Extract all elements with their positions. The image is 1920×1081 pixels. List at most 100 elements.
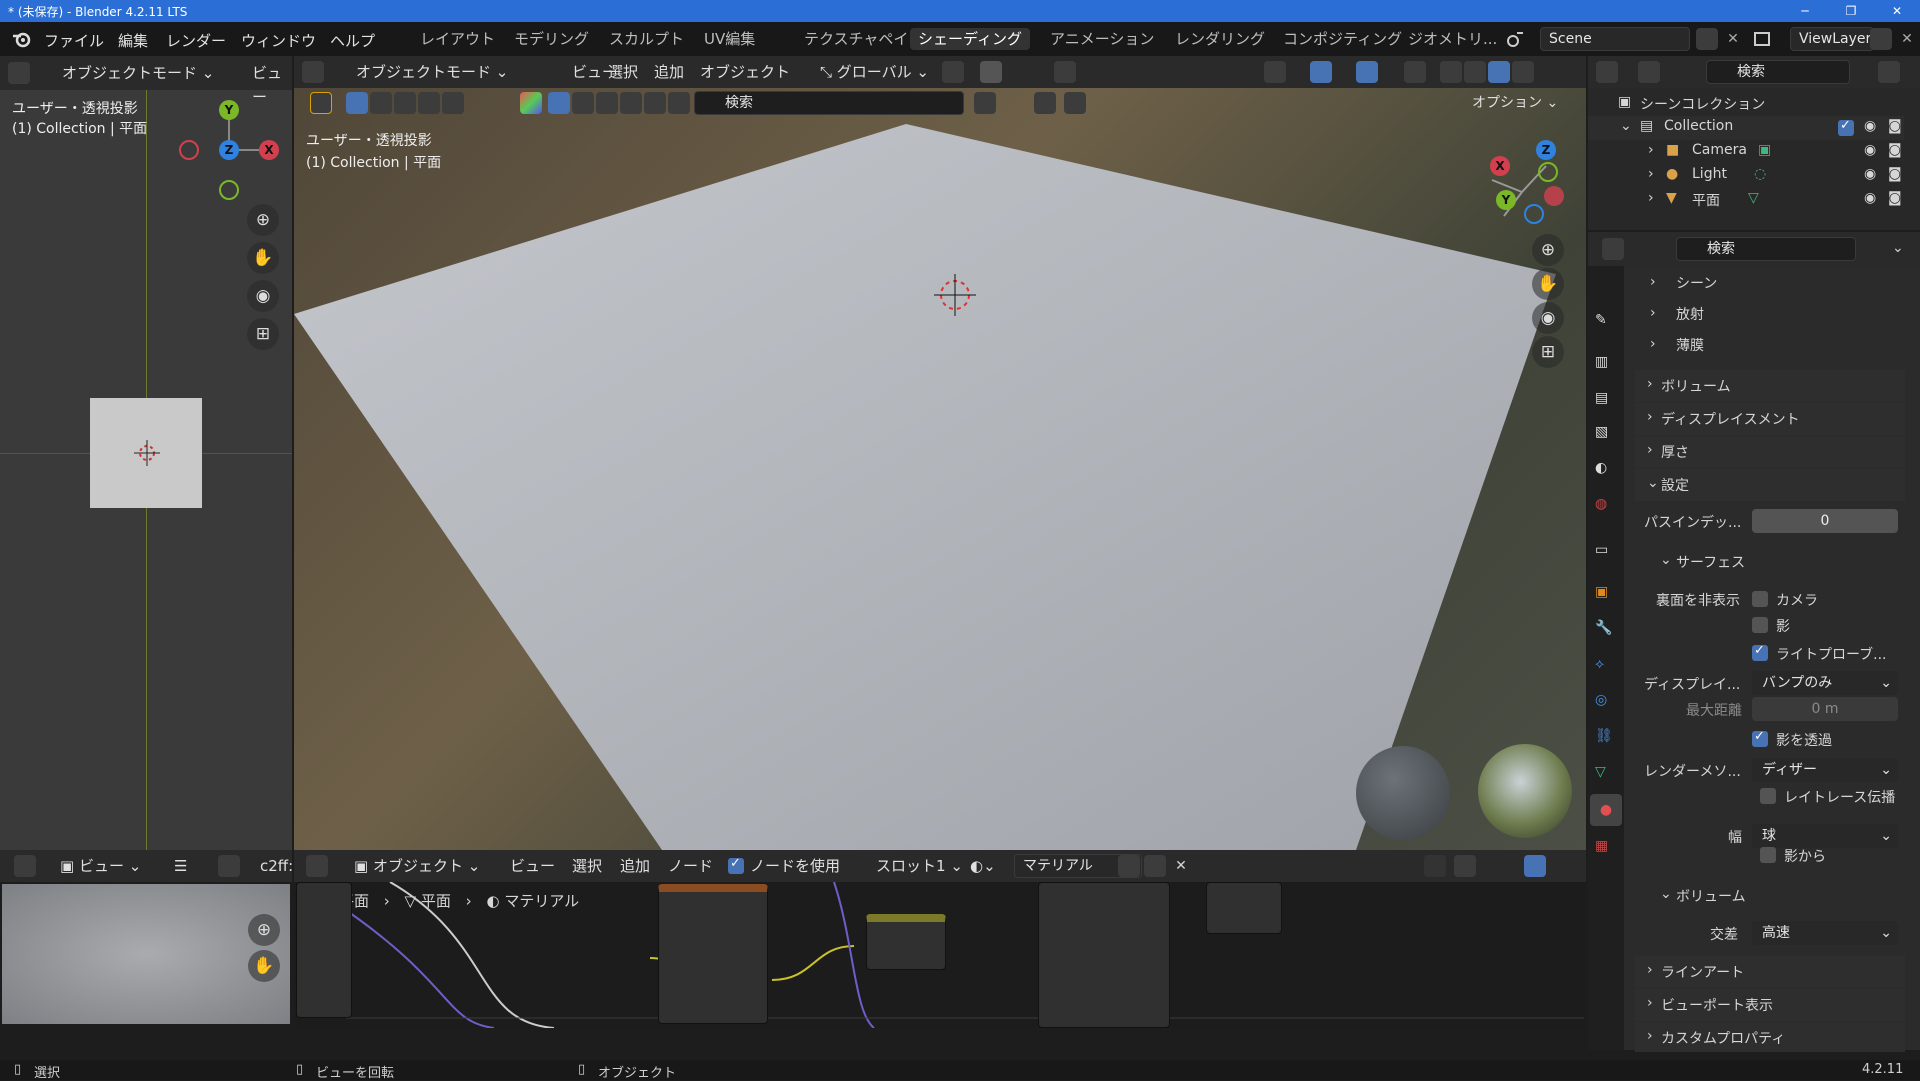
material-tab-icon[interactable]: ● bbox=[1590, 794, 1622, 826]
eye-icon[interactable]: ◉ bbox=[1864, 166, 1876, 182]
menu-file[interactable]: ファイル bbox=[44, 30, 104, 51]
transparent-shadow-checkbox[interactable] bbox=[1752, 729, 1768, 747]
left-mode-dropdown[interactable]: オブジェクトモード ⌄ bbox=[62, 61, 214, 85]
menu-help[interactable]: ヘルプ bbox=[330, 30, 375, 51]
output-tab-icon[interactable]: ▤ bbox=[1595, 390, 1608, 406]
slot-dropdown[interactable]: スロット1 ⌄ bbox=[876, 854, 963, 878]
menu-render[interactable]: レンダー bbox=[166, 30, 226, 51]
workspace-tab-6[interactable]: アニメーション bbox=[1042, 28, 1162, 50]
eye-icon[interactable]: ◉ bbox=[1864, 118, 1876, 134]
intersection-dropdown[interactable]: 高速 ⌄ bbox=[1752, 921, 1898, 945]
render-camera-icon[interactable]: ◙ bbox=[1888, 190, 1902, 206]
chevron-right-icon[interactable]: › bbox=[1650, 336, 1656, 352]
section-volume[interactable]: › ボリューム bbox=[1635, 370, 1905, 402]
data-tab-icon[interactable]: ▽ bbox=[1595, 764, 1606, 780]
expand-arrow-icon[interactable]: › bbox=[1648, 166, 1654, 182]
scene-tab-icon[interactable]: ◐ bbox=[1595, 460, 1607, 476]
node-editor-type-icon[interactable] bbox=[306, 855, 328, 877]
gizmo-neg-y[interactable] bbox=[219, 180, 239, 200]
unlink-material-icon[interactable]: ✕ bbox=[1170, 855, 1192, 877]
collection-tab-icon[interactable]: ▭ bbox=[1595, 542, 1608, 558]
hamburger-icon[interactable]: ☰ bbox=[174, 854, 187, 878]
node-overlay-icon[interactable] bbox=[1524, 855, 1546, 877]
menu-window[interactable]: ウィンドウ bbox=[241, 30, 316, 51]
duplicate-material-icon[interactable] bbox=[1144, 855, 1166, 877]
image-pan-hand-icon[interactable]: ✋ bbox=[248, 950, 280, 982]
volume-subsection-label[interactable]: ボリューム bbox=[1676, 886, 1746, 906]
node-menu-node[interactable]: ノード bbox=[668, 854, 713, 878]
browse-image-icon[interactable] bbox=[218, 855, 240, 877]
section-thickness[interactable]: › 厚さ bbox=[1635, 436, 1905, 468]
shader-type-dropdown[interactable]: ▣ オブジェクト ⌄ bbox=[354, 854, 480, 878]
outliner-editor-type-icon[interactable] bbox=[1596, 61, 1618, 83]
breadcrumb-material[interactable]: マテリアル bbox=[504, 892, 579, 910]
main-gizmo-x[interactable]: X bbox=[1490, 156, 1510, 176]
properties-editor-type-icon[interactable] bbox=[1602, 238, 1624, 260]
expand-arrow-icon[interactable]: › bbox=[1648, 190, 1654, 206]
new-scene-icon[interactable] bbox=[1696, 28, 1718, 50]
render-tab-icon[interactable]: ▥ bbox=[1595, 354, 1608, 370]
pin-icon[interactable] bbox=[1196, 855, 1218, 877]
texture-tab-icon[interactable]: ▦ bbox=[1595, 838, 1608, 854]
delete-scene-icon[interactable]: ✕ bbox=[1722, 28, 1744, 50]
workspace-tab-5[interactable]: シェーディング bbox=[910, 28, 1030, 50]
main-navigation-gizmo[interactable] bbox=[1470, 134, 1582, 246]
editor-type-icon[interactable] bbox=[8, 62, 30, 84]
render-camera-icon[interactable]: ◙ bbox=[1888, 166, 1902, 182]
minimize-button[interactable]: ─ bbox=[1782, 0, 1828, 22]
workspace-tab-9[interactable]: ジオメトリ... bbox=[1400, 28, 1505, 50]
section-viewport-display[interactable]: › ビューポート表示 bbox=[1635, 989, 1905, 1021]
view-layer-tab-icon[interactable]: ▧ bbox=[1595, 424, 1608, 440]
scene-name-field[interactable]: Scene bbox=[1540, 27, 1690, 51]
outliner-collection-row[interactable]: ⌄ ▤ Collection ◉ ◙ bbox=[1588, 116, 1904, 140]
display-mode-icon[interactable] bbox=[1638, 61, 1660, 83]
principled-bsdf-node[interactable] bbox=[1038, 882, 1170, 1028]
camera-view-icon[interactable]: ◉ bbox=[247, 280, 279, 312]
menu-edit[interactable]: 編集 bbox=[118, 30, 148, 51]
chevron-right-icon[interactable]: › bbox=[1650, 305, 1656, 321]
image-name-field[interactable]: c2ff: bbox=[260, 854, 292, 878]
workspace-tab-1[interactable]: モデリング bbox=[506, 28, 597, 50]
workspace-tab-8[interactable]: コンポジティング bbox=[1275, 28, 1410, 50]
constraints-tab-icon[interactable]: ⛓ bbox=[1595, 728, 1613, 744]
eye-icon[interactable]: ◉ bbox=[1864, 190, 1876, 206]
image-view-menu[interactable]: ▣ ビュー ⌄ bbox=[60, 854, 141, 878]
main-zoom-icon[interactable]: ⊕ bbox=[1532, 234, 1564, 266]
breadcrumb-mesh[interactable]: 平面 bbox=[421, 892, 451, 910]
main-gizmo-z[interactable]: Z bbox=[1536, 140, 1556, 160]
node-snap-icon[interactable] bbox=[1454, 855, 1476, 877]
mapping-node[interactable] bbox=[296, 882, 352, 1018]
width-dropdown[interactable]: 球 ⌄ bbox=[1752, 824, 1898, 848]
from-shadow-checkbox[interactable] bbox=[1760, 847, 1776, 863]
main-gizmo-y[interactable]: Y bbox=[1496, 190, 1516, 210]
render-camera-icon[interactable]: ◙ bbox=[1888, 142, 1902, 158]
outliner-light-row[interactable]: › ● Light ◌ ◉ ◙ bbox=[1588, 164, 1904, 188]
invert-color-node[interactable] bbox=[866, 914, 946, 970]
chevron-down-icon[interactable]: ⌄ bbox=[1660, 886, 1672, 902]
backface-camera-checkbox[interactable] bbox=[1752, 591, 1768, 607]
max-distance-field[interactable]: 0 m bbox=[1752, 697, 1898, 721]
world-tab-icon[interactable]: ◍ bbox=[1595, 496, 1607, 512]
image-texture-node[interactable] bbox=[658, 884, 768, 1024]
outliner-filter-icon[interactable] bbox=[1878, 61, 1900, 83]
section-lineart[interactable]: › ラインアート bbox=[1635, 956, 1905, 988]
render-method-dropdown[interactable]: ディザー ⌄ bbox=[1752, 758, 1898, 782]
object-tab-icon[interactable]: ▣ bbox=[1595, 584, 1608, 600]
material-output-node[interactable] bbox=[1206, 882, 1282, 934]
tool-tab-icon[interactable]: ✎ bbox=[1595, 312, 1607, 328]
main-gizmo-neg-x[interactable] bbox=[1544, 186, 1564, 206]
node-menu-select[interactable]: 選択 bbox=[572, 854, 602, 878]
particles-tab-icon[interactable]: ⟡ bbox=[1595, 656, 1604, 672]
render-camera-icon[interactable]: ◙ bbox=[1888, 118, 1902, 134]
chevron-right-icon[interactable]: › bbox=[1650, 274, 1656, 290]
delete-view-layer-icon[interactable]: ✕ bbox=[1896, 28, 1918, 50]
light-probe-checkbox[interactable] bbox=[1752, 643, 1768, 661]
properties-search-input[interactable]: 検索 bbox=[1676, 237, 1856, 261]
node-menu-view[interactable]: ビュー bbox=[510, 854, 555, 878]
workspace-tab-2[interactable]: スカルプト bbox=[601, 28, 692, 50]
new-view-layer-icon[interactable] bbox=[1870, 28, 1892, 50]
eye-icon[interactable]: ◉ bbox=[1864, 142, 1876, 158]
backface-shadow-checkbox[interactable] bbox=[1752, 617, 1768, 633]
main-gizmo-neg-y[interactable] bbox=[1538, 162, 1558, 182]
image-editor-type-icon[interactable] bbox=[14, 855, 36, 877]
